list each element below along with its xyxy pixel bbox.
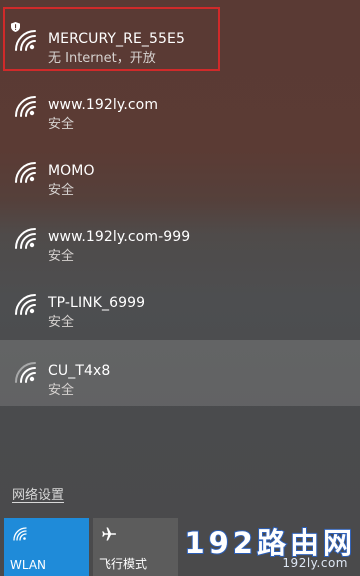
network-settings-link[interactable]: 网络设置 xyxy=(12,484,64,503)
wifi-item-cu[interactable]: CU_T4x8 安全 xyxy=(0,340,360,406)
wifi-item-192ly[interactable]: www.192ly.com 安全 xyxy=(0,74,360,140)
highlight-outline xyxy=(3,7,220,71)
airplane-icon xyxy=(101,526,117,542)
wifi-item-192ly-999[interactable]: www.192ly.com-999 安全 xyxy=(0,206,360,272)
wifi-status: 安全 xyxy=(48,383,75,398)
wifi-name: www.192ly.com-999 xyxy=(48,229,191,245)
wlan-toggle-tile[interactable]: WLAN xyxy=(4,518,89,576)
wifi-name: CU_T4x8 xyxy=(48,363,111,379)
wifi-icon xyxy=(12,225,38,251)
wifi-item-tplink[interactable]: TP-LINK_6999 安全 xyxy=(0,272,360,338)
wifi-icon xyxy=(12,526,28,542)
wifi-name: MOMO xyxy=(48,163,95,179)
wifi-status: 安全 xyxy=(48,315,75,330)
airplane-label: 飞行模式 xyxy=(99,557,148,571)
wifi-name: TP-LINK_6999 xyxy=(48,295,146,311)
watermark-url: 192ly.com xyxy=(282,556,348,570)
airplane-mode-tile[interactable]: 飞行模式 xyxy=(93,518,178,576)
wlan-label: WLAN xyxy=(10,558,47,572)
wifi-status: 安全 xyxy=(48,249,75,264)
watermark-logo: 192路由网 192ly.com xyxy=(183,520,356,572)
wifi-icon xyxy=(12,291,38,317)
wifi-icon xyxy=(12,159,38,185)
wifi-status: 安全 xyxy=(48,117,75,132)
wifi-icon xyxy=(12,93,38,119)
wifi-status: 安全 xyxy=(48,183,75,198)
wifi-icon xyxy=(12,359,38,385)
wifi-item-momo[interactable]: MOMO 安全 xyxy=(0,140,360,206)
wifi-name: www.192ly.com xyxy=(48,97,159,113)
